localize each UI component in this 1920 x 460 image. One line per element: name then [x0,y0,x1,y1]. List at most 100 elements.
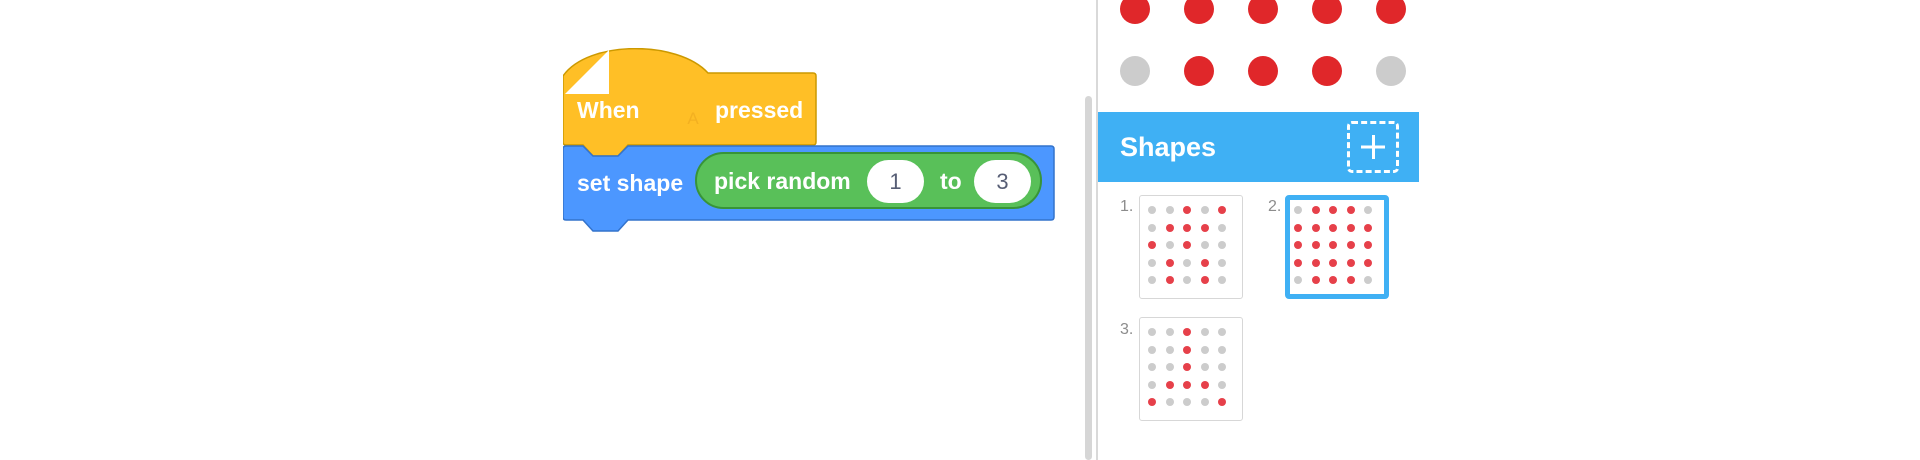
shape-dot [1218,276,1226,284]
shape-dot [1311,206,1320,214]
shape-dot [1200,345,1209,354]
shape-dot [1200,206,1209,214]
shape-dot [1183,345,1191,354]
shape-dot [1218,380,1226,389]
led-dot [1184,56,1214,86]
key-a-icon[interactable] [563,48,611,96]
shape-thumbnail-3[interactable] [1139,317,1243,421]
shape-dot [1183,258,1191,267]
shape-dot [1183,398,1191,406]
add-shape-button[interactable] [1347,121,1399,173]
led-dot [1184,0,1214,24]
shape-dot [1165,241,1174,249]
shape-dot [1148,276,1156,284]
shape-dot [1148,345,1156,354]
shape-dot [1364,258,1372,267]
shape-thumbnail-2[interactable] [1285,195,1389,299]
shape-dot [1165,380,1174,389]
shape-dot [1200,363,1209,371]
shape-dot [1218,328,1226,336]
led-dot [1376,0,1406,24]
shape-dot [1294,223,1302,232]
key-letter: A [687,109,699,128]
shape-dot [1165,363,1174,371]
shape-dot [1200,223,1209,232]
pressed-label: pressed [715,97,804,123]
shape-dot [1218,206,1226,214]
shape-dot [1311,241,1320,249]
shape-thumbnail-1[interactable] [1139,195,1243,299]
when-label: When [577,97,640,123]
shape-dot [1148,328,1156,336]
shape-dot [1294,241,1302,249]
shape-dot [1148,241,1156,249]
shape-dot [1329,276,1337,284]
led-dot [1248,0,1278,24]
shape-dot [1346,206,1355,214]
shape-dot [1183,223,1191,232]
shape-dot [1165,276,1174,284]
shape-dot [1200,258,1209,267]
random-from-input[interactable]: 1 [867,160,924,203]
random-to-input[interactable]: 3 [974,160,1031,203]
shape-dot [1364,223,1372,232]
shape-dot [1329,258,1337,267]
shape-dot [1200,398,1209,406]
shape-dot [1165,398,1174,406]
shape-dot [1218,363,1226,371]
shape-dot [1165,258,1174,267]
shape-dot [1364,241,1372,249]
code-area[interactable]: When A pressed set shape pick random 1 t… [0,0,1082,460]
shape-dot [1329,241,1337,249]
shape-dot [1294,258,1302,267]
set-shape-label: set shape [577,170,684,196]
shape-dot [1218,398,1226,406]
shape-dot [1329,223,1337,232]
shape-dot [1294,276,1302,284]
shape-dot [1346,258,1355,267]
shapes-header: Shapes [1098,112,1419,182]
shape-dot [1218,241,1226,249]
led-dot [1248,56,1278,86]
shape-dot [1183,276,1191,284]
shape-dot [1364,206,1372,214]
shape-dot [1346,276,1355,284]
shape-dot [1218,345,1226,354]
shape-dot [1329,206,1337,214]
shape-dot [1200,241,1209,249]
shape-dot [1200,276,1209,284]
shape-dot [1346,223,1355,232]
scrollbar-thumb[interactable] [1085,96,1092,460]
shape-number: 1. [1120,198,1134,215]
editor: When A pressed set shape pick random 1 t… [0,0,1920,460]
shape-dot [1218,258,1226,267]
shape-dot [1183,363,1191,371]
shape-dot [1183,206,1191,214]
shape-dot [1311,258,1320,267]
shape-dot [1165,345,1174,354]
shape-dot [1148,223,1156,232]
led-dot [1312,0,1342,24]
shape-dot [1148,380,1156,389]
shape-dot [1183,380,1191,389]
shape-dot [1165,206,1174,214]
led-dot [1376,56,1406,86]
shape-dot [1148,398,1156,406]
shape-dot [1311,276,1320,284]
shape-dot [1148,363,1156,371]
led-dot [1120,56,1150,86]
pick-random-label: pick random [714,168,851,194]
shape-dot [1200,328,1209,336]
shape-number: 3. [1120,321,1134,338]
led-dot [1312,56,1342,86]
shapes-title: Shapes [1120,132,1217,162]
shape-dot [1148,206,1156,214]
shape-number: 2. [1268,198,1282,215]
shape-dot [1294,206,1302,214]
plus-icon [1361,135,1385,159]
shape-dot [1364,276,1372,284]
shape-dot [1311,223,1320,232]
shape-dot [1165,223,1174,232]
pick-random-reporter[interactable]: pick random 1 to 3 [695,152,1042,209]
to-label: to [940,168,962,194]
